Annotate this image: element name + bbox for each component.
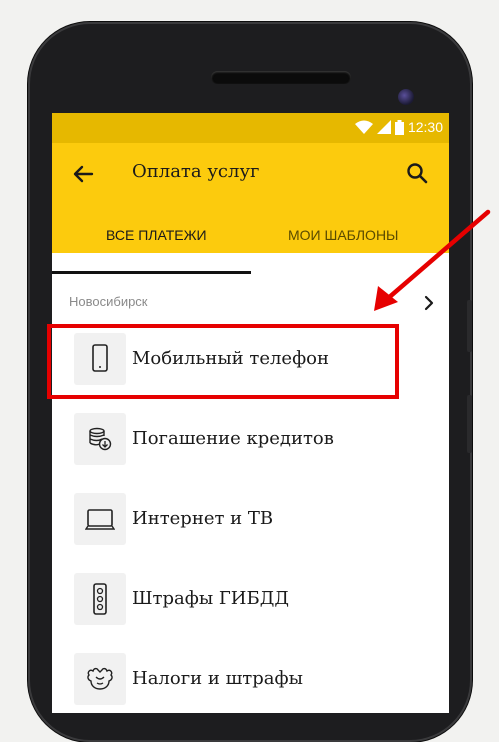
item-icon-box xyxy=(74,493,126,545)
list-item-taxes[interactable]: Налоги и штрафы xyxy=(52,645,449,713)
tab-all-payments[interactable]: ВСЕ ПЛАТЕЖИ xyxy=(106,227,207,243)
app-bar: Оплата услуг ВСЕ ПЛАТЕЖИ МОИ ШАБЛОНЫ xyxy=(52,143,449,274)
emblem-icon xyxy=(87,667,113,690)
search-button[interactable] xyxy=(402,158,432,188)
item-icon-box xyxy=(74,573,126,625)
item-icon-box xyxy=(74,653,126,705)
item-icon-box xyxy=(74,413,126,465)
item-label: Интернет и ТВ xyxy=(132,508,274,529)
status-time: 12:30 xyxy=(407,119,443,135)
phone-screen: 12:30 Оплата услуг ВСЕ ПЛАТЕЖИ МОИ ШАБЛО… xyxy=(52,113,449,713)
item-label: Налоги и штрафы xyxy=(132,668,303,689)
status-bar: 12:30 xyxy=(52,113,449,143)
phone-speaker xyxy=(211,71,351,84)
traffic-light-icon xyxy=(93,583,107,615)
list-item-traffic-fines[interactable]: Штрафы ГИБДД xyxy=(52,565,449,639)
search-icon xyxy=(407,163,428,184)
chevron-right-icon xyxy=(424,295,434,311)
battery-icon xyxy=(394,119,404,135)
item-label: Штрафы ГИБДД xyxy=(132,588,289,609)
tab-my-templates[interactable]: МОИ ШАБЛОНЫ xyxy=(288,227,398,243)
phone-side-button xyxy=(467,300,472,352)
tab-indicator xyxy=(52,271,251,274)
phone-side-button xyxy=(467,395,472,453)
region-chevron-button[interactable] xyxy=(422,293,436,317)
list-item-loans[interactable]: Погашение кредитов xyxy=(52,405,449,479)
arrow-left-icon xyxy=(73,165,94,183)
region-label: Новосибирск xyxy=(69,294,148,309)
coins-icon xyxy=(89,427,112,451)
phone-camera xyxy=(398,89,414,105)
tv-icon xyxy=(85,509,115,530)
signal-icon xyxy=(376,120,391,134)
back-button[interactable] xyxy=(68,159,98,189)
highlight-frame xyxy=(47,324,399,399)
item-label: Погашение кредитов xyxy=(132,428,334,449)
wifi-icon xyxy=(354,120,373,134)
page-title: Оплата услуг xyxy=(132,161,260,182)
list-item-internet-tv[interactable]: Интернет и ТВ xyxy=(52,485,449,559)
